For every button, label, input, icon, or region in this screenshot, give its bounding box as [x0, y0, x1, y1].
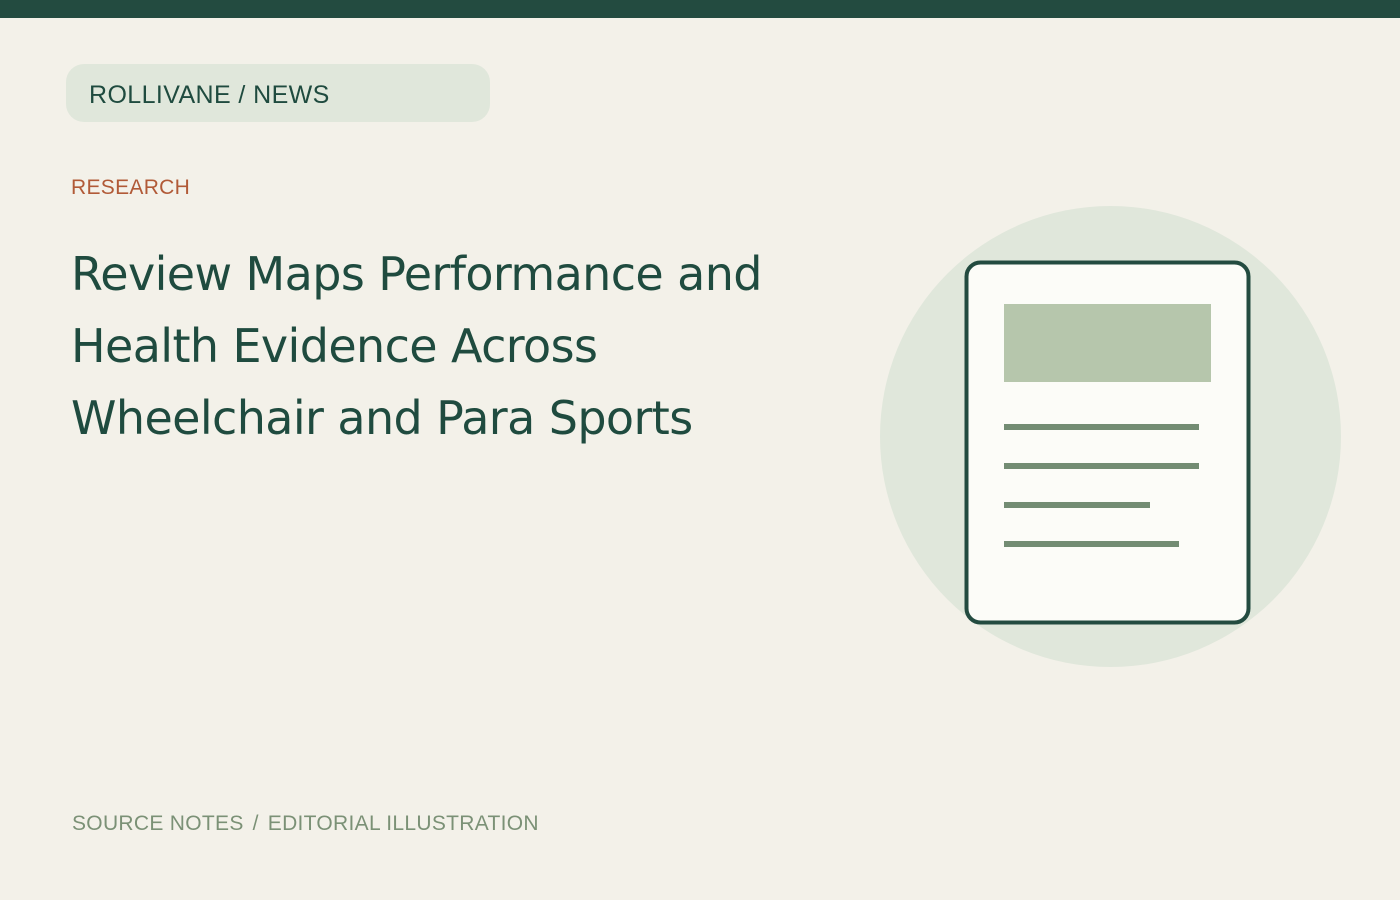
illustration-credit-label: EDITORIAL ILLUSTRATION: [267, 812, 539, 835]
footer-separator: /: [252, 812, 259, 835]
document-illustration: [880, 206, 1341, 667]
footer-credit: SOURCE NOTES / EDITORIAL ILLUSTRATION: [72, 812, 539, 836]
source-notes-label: SOURCE NOTES: [72, 812, 244, 835]
page-title: Review Maps Performance and Health Evide…: [71, 247, 762, 445]
document-text-line: [1004, 541, 1179, 547]
breadcrumb-label: ROLLIVANE / NEWS: [89, 80, 330, 109]
document-image-block: [1004, 304, 1211, 382]
breadcrumb[interactable]: ROLLIVANE / NEWS: [66, 64, 490, 122]
category-label: RESEARCH: [71, 176, 191, 199]
document-text-line: [1004, 463, 1199, 469]
document-text-line: [1004, 424, 1199, 430]
top-accent-bar: [0, 0, 1400, 18]
document-icon: [964, 260, 1251, 625]
document-text-line: [1004, 502, 1150, 508]
